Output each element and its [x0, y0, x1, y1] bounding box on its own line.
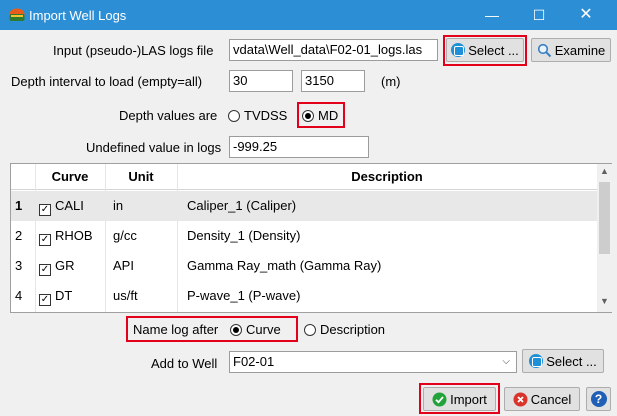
- radio-tvdss[interactable]: TVDSS: [228, 108, 287, 123]
- curve-cell[interactable]: ✓ CALI: [39, 191, 84, 221]
- unit-cell[interactable]: API: [113, 251, 134, 281]
- description-cell[interactable]: Gamma Ray_math (Gamma Ray): [187, 251, 381, 281]
- help-button[interactable]: ?: [586, 387, 611, 411]
- scroll-thumb[interactable]: [599, 182, 610, 254]
- depth-interval-label: Depth interval to load (empty=all): [11, 74, 203, 89]
- radio-description[interactable]: Description: [304, 322, 385, 337]
- select-well-label: Select ...: [546, 353, 597, 369]
- radio-curve-circle[interactable]: [230, 324, 242, 336]
- description-cell[interactable]: P-wave_1 (P-wave): [187, 281, 300, 311]
- table-header: Curve Unit Description: [11, 164, 597, 190]
- undefined-value-field[interactable]: -999.25: [229, 136, 369, 158]
- header-unit[interactable]: Unit: [105, 164, 177, 190]
- curve-cell[interactable]: ✓ RHOB: [39, 221, 93, 251]
- curves-table: Curve Unit Description 1 ✓ CALI in Calipe…: [10, 163, 612, 313]
- row-number: 2: [15, 228, 23, 243]
- row-number: 3: [15, 258, 23, 273]
- radio-md[interactable]: MD: [302, 108, 338, 123]
- radio-curve[interactable]: Curve: [230, 322, 281, 337]
- header-description[interactable]: Description: [177, 164, 597, 190]
- curve-name: CALI: [55, 198, 84, 213]
- curve-cell[interactable]: ✓ DT: [39, 281, 72, 311]
- cancel-button[interactable]: Cancel: [504, 387, 580, 411]
- curve-checkbox[interactable]: ✓: [39, 234, 51, 246]
- checkmark-icon: [432, 392, 447, 406]
- unit-cell[interactable]: us/ft: [113, 281, 138, 311]
- depth-end-field[interactable]: 3150: [301, 70, 365, 92]
- unit-cell[interactable]: g/cc: [113, 221, 137, 251]
- scroll-down-icon[interactable]: ▼: [597, 296, 612, 306]
- table-row[interactable]: 2 ✓ RHOB g/cc Density_1 (Density): [11, 221, 597, 251]
- input-file-label: Input (pseudo-)LAS logs file: [53, 43, 214, 58]
- maximize-button[interactable]: ☐: [516, 0, 562, 30]
- depth-start-field[interactable]: 30: [229, 70, 293, 92]
- radio-curve-label: Curve: [246, 322, 281, 337]
- row-number: 1: [15, 198, 23, 213]
- help-icon: ?: [590, 391, 607, 407]
- select-file-label: Select ...: [468, 42, 519, 58]
- table-row[interactable]: 4 ✓ DT us/ft P-wave_1 (P-wave): [11, 281, 597, 311]
- table-scrollbar[interactable]: ▲ ▼: [597, 164, 612, 312]
- radio-tvdss-label: TVDSS: [244, 108, 288, 123]
- select-well-button[interactable]: Select ...: [522, 349, 604, 373]
- window-title: Import Well Logs: [29, 8, 127, 23]
- radio-tvdss-circle[interactable]: [228, 110, 240, 122]
- curve-checkbox[interactable]: ✓: [39, 264, 51, 276]
- well-dropdown-value: F02-01: [233, 354, 275, 369]
- select-file-button[interactable]: Select ...: [446, 38, 524, 62]
- name-log-label: Name log after: [133, 322, 219, 337]
- curve-cell[interactable]: ✓ GR: [39, 251, 75, 281]
- title-bar: Import Well Logs — ☐ ✕: [0, 0, 617, 30]
- unit-cell[interactable]: in: [113, 191, 123, 221]
- table-row[interactable]: 1 ✓ CALI in Caliper_1 (Caliper): [11, 191, 597, 221]
- database-icon: [451, 43, 466, 57]
- curve-name: DT: [55, 288, 73, 303]
- cancel-label: Cancel: [530, 391, 572, 407]
- radio-md-label: MD: [318, 108, 339, 123]
- add-to-well-label: Add to Well: [151, 356, 218, 371]
- chevron-down-icon[interactable]: ⌵: [502, 352, 510, 372]
- description-cell[interactable]: Density_1 (Density): [187, 221, 300, 251]
- radio-description-circle[interactable]: [304, 324, 316, 336]
- curve-name: RHOB: [55, 228, 93, 243]
- examine-label: Examine: [554, 42, 606, 58]
- scroll-up-icon[interactable]: ▲: [597, 166, 612, 176]
- well-dropdown[interactable]: F02-01 ⌵: [229, 351, 517, 373]
- magnifier-icon: [537, 43, 551, 57]
- close-button[interactable]: ✕: [563, 0, 609, 30]
- curve-checkbox[interactable]: ✓: [39, 204, 51, 216]
- radio-md-circle[interactable]: [302, 110, 314, 122]
- app-logo-icon: [9, 8, 25, 21]
- input-file-field[interactable]: vdata\Well_data\F02-01_logs.las: [229, 39, 438, 61]
- header-curve[interactable]: Curve: [35, 164, 105, 190]
- import-label: Import: [450, 391, 487, 407]
- row-number: 4: [15, 288, 23, 303]
- description-cell[interactable]: Caliper_1 (Caliper): [187, 191, 296, 221]
- import-button[interactable]: Import: [423, 387, 496, 411]
- depth-values-label: Depth values are: [119, 108, 218, 123]
- undefined-value-label: Undefined value in logs: [86, 140, 222, 155]
- database-icon: [529, 354, 544, 368]
- curve-checkbox[interactable]: ✓: [39, 294, 51, 306]
- depth-unit-label: (m): [381, 74, 401, 89]
- table-row[interactable]: 3 ✓ GR API Gamma Ray_math (Gamma Ray): [11, 251, 597, 281]
- examine-button[interactable]: Examine: [531, 38, 611, 62]
- curve-name: GR: [55, 258, 75, 273]
- minimize-button[interactable]: —: [469, 0, 515, 30]
- cancel-icon: [513, 392, 528, 406]
- radio-description-label: Description: [320, 322, 386, 337]
